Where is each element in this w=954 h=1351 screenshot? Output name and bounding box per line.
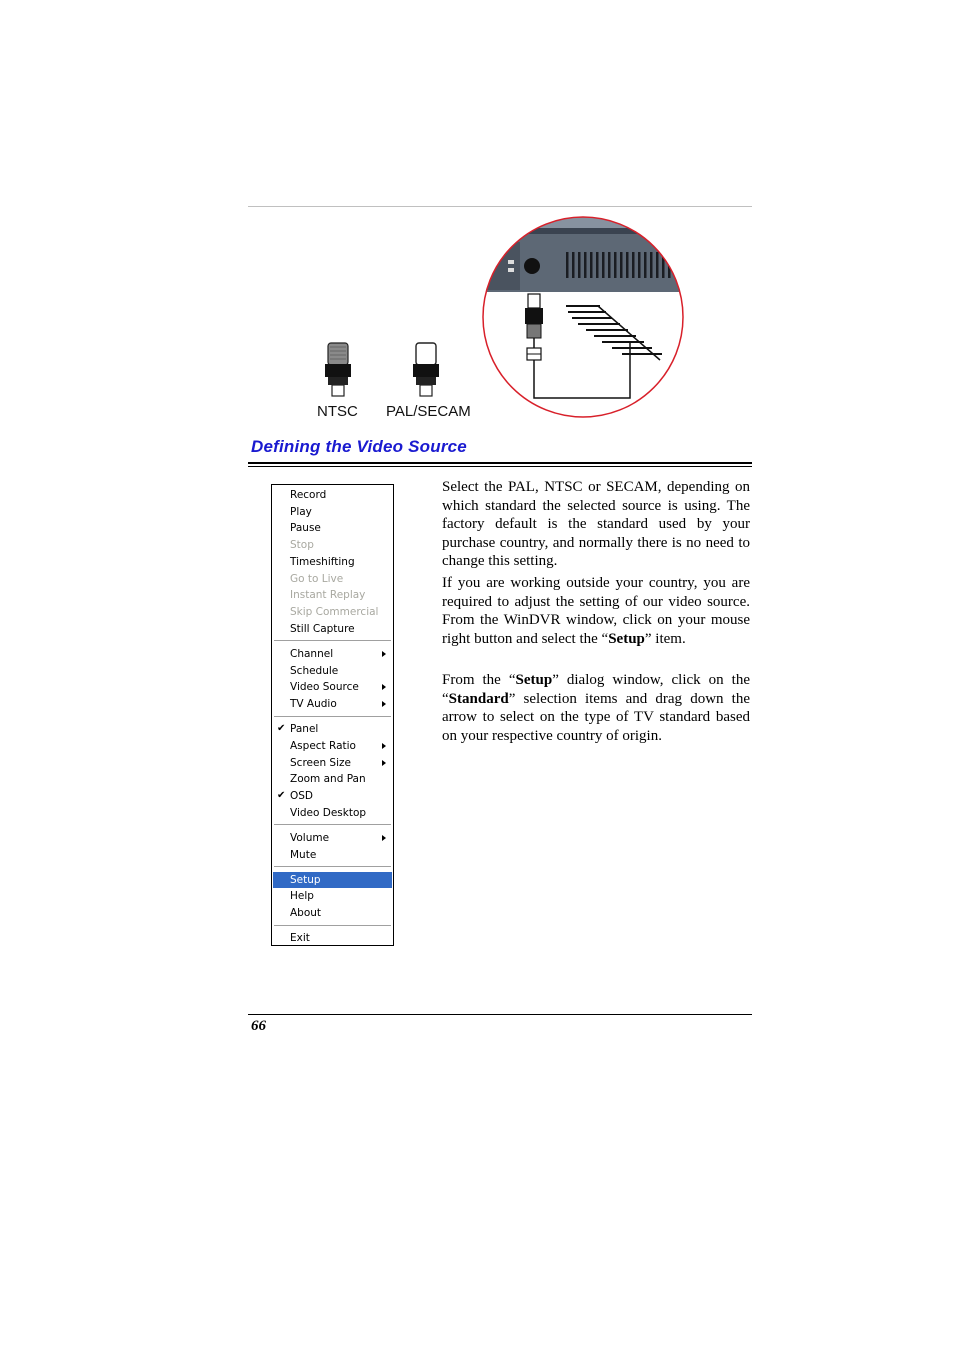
submenu-arrow-icon xyxy=(382,742,386,749)
menu-item-aspect-ratio[interactable]: Aspect Ratio xyxy=(273,738,392,754)
menu-item-label: Play xyxy=(290,505,312,518)
antenna-hookup-figure xyxy=(480,214,686,420)
menu-item-about[interactable]: About xyxy=(273,905,392,921)
menu-item-label: Channel xyxy=(290,647,334,660)
menu-item-pause[interactable]: Pause xyxy=(273,520,392,536)
text-run: If you are working outside your country,… xyxy=(442,575,750,647)
menu-item-tv-audio[interactable]: TV Audio xyxy=(273,696,392,712)
menu-item-play[interactable]: Play xyxy=(273,504,392,520)
menu-item-exit[interactable]: Exit xyxy=(273,930,392,946)
paragraph-setup-instructions: If you are working outside your country,… xyxy=(442,574,750,648)
menu-item-label: About xyxy=(290,907,322,920)
menu-item-label: Still Capture xyxy=(290,622,355,635)
checkmark-icon: ✔ xyxy=(277,789,286,801)
bold-term: Setup xyxy=(515,672,553,688)
menu-item-instant-replay: Instant Replay xyxy=(273,587,392,603)
menu-item-stop: Stop xyxy=(273,537,392,553)
menu-item-help[interactable]: Help xyxy=(273,888,392,904)
menu-item-still-capture[interactable]: Still Capture xyxy=(273,621,392,637)
menu-item-schedule[interactable]: Schedule xyxy=(273,663,392,679)
paragraph-standard-selection: From the “Setup” dialog window, click on… xyxy=(442,671,750,745)
footer-rule xyxy=(248,1014,752,1015)
menu-item-screen-size[interactable]: Screen Size xyxy=(273,755,392,771)
bold-term: Standard xyxy=(448,690,509,707)
submenu-arrow-icon xyxy=(382,650,386,657)
menu-item-channel[interactable]: Channel xyxy=(273,646,392,662)
bold-term: Setup xyxy=(608,630,645,647)
menu-item-label: Skip Commercial xyxy=(290,605,379,618)
menu-item-go-to-live: Go to Live xyxy=(273,571,392,587)
menu-item-label: Volume xyxy=(290,831,330,844)
menu-separator xyxy=(274,715,391,718)
menu-separator xyxy=(274,640,391,643)
menu-item-label: Panel xyxy=(290,723,319,736)
menu-item-label: Schedule xyxy=(290,664,339,677)
page-number: 66 xyxy=(251,1018,266,1034)
paragraph-select-standard: Select the PAL, NTSC or SECAM, depending… xyxy=(442,478,750,571)
menu-item-video-desktop[interactable]: Video Desktop xyxy=(273,805,392,821)
menu-item-video-source[interactable]: Video Source xyxy=(273,679,392,695)
context-menu: Record Play Pause Stop Timeshifting Go to Liv… xyxy=(271,484,394,946)
menu-item-label: Setup xyxy=(290,873,321,886)
submenu-arrow-icon xyxy=(382,759,386,766)
submenu-arrow-icon xyxy=(382,684,386,691)
checkmark-icon: ✔ xyxy=(277,723,286,735)
pal-secam-label: PAL/SECAM xyxy=(386,403,471,420)
menu-item-record[interactable]: Record xyxy=(273,487,392,503)
menu-separator xyxy=(274,824,391,827)
menu-item-label: Stop xyxy=(290,539,314,552)
connector-figure: NTSC PAL/SECAM xyxy=(300,330,490,425)
submenu-arrow-icon xyxy=(382,700,386,707)
menu-item-label: Aspect Ratio xyxy=(290,739,356,752)
menu-item-label: Mute xyxy=(290,848,317,861)
menu-item-label: Record xyxy=(290,489,327,501)
menu-separator xyxy=(274,924,391,927)
menu-item-label: Instant Replay xyxy=(290,589,366,602)
text-run: Select the PAL, NTSC or SECAM, depending… xyxy=(442,479,750,569)
antenna-hookup-icon xyxy=(482,216,684,418)
menu-item-label: Pause xyxy=(290,522,321,535)
header-rule xyxy=(248,206,752,207)
menu-item-label: Exit xyxy=(290,932,310,945)
section-title: Defining the Video Source xyxy=(251,437,467,456)
ntsc-connector-icon xyxy=(325,342,351,397)
menu-item-panel[interactable]: ✔ Panel xyxy=(273,721,392,737)
menu-item-label: Help xyxy=(290,890,314,903)
text-run: ” item. xyxy=(644,630,686,647)
menu-item-label: Video Desktop xyxy=(290,806,367,819)
submenu-arrow-icon xyxy=(382,834,386,841)
pal-secam-connector-icon xyxy=(413,342,439,397)
menu-item-label: Screen Size xyxy=(290,756,351,769)
menu-item-label: Video Source xyxy=(290,681,359,694)
menu-item-mute[interactable]: Mute xyxy=(273,847,392,863)
title-rule xyxy=(248,462,752,467)
menu-item-volume[interactable]: Volume xyxy=(273,830,392,846)
menu-item-setup[interactable]: Setup xyxy=(273,871,392,888)
menu-item-label: TV Audio xyxy=(290,697,337,710)
menu-item-timeshifting[interactable]: Timeshifting xyxy=(273,554,392,570)
menu-item-label: Zoom and Pan xyxy=(290,773,366,786)
menu-item-skip-commercial: Skip Commercial xyxy=(273,604,392,620)
menu-item-label: Go to Live xyxy=(290,572,344,585)
menu-item-label: OSD xyxy=(290,789,314,802)
text-run: From the “ xyxy=(442,672,516,688)
menu-separator xyxy=(274,866,391,869)
menu-item-zoom-and-pan[interactable]: Zoom and Pan xyxy=(273,771,392,787)
menu-item-osd[interactable]: ✔ OSD xyxy=(273,788,392,804)
menu-item-label: Timeshifting xyxy=(290,555,355,568)
ntsc-label: NTSC xyxy=(317,403,358,420)
